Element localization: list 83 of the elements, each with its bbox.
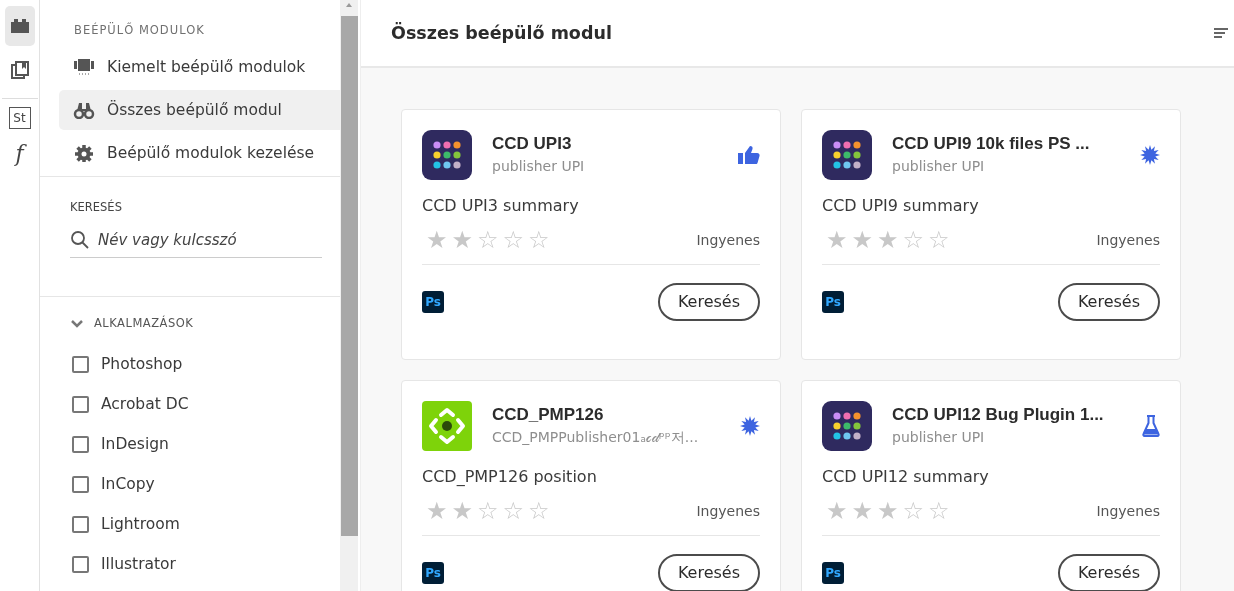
plugin-logo xyxy=(822,401,872,451)
nav-item[interactable]: Beépülő modulok kezelése xyxy=(59,133,340,174)
scrollbar[interactable] xyxy=(340,0,358,591)
checkbox-label: InDesign xyxy=(101,433,169,455)
gear-icon xyxy=(73,144,95,163)
star-icon: ★ xyxy=(877,228,899,252)
publisher-name: publisher UPI xyxy=(892,427,986,447)
search-label: KERESÉS xyxy=(69,198,123,217)
plugin-name: CCD UPI9 10k files PS ... xyxy=(892,133,1091,156)
thumbs-up-icon xyxy=(738,144,760,165)
star-icon: ★ xyxy=(426,499,448,523)
checkbox[interactable] xyxy=(72,515,89,533)
star-icon: ☆ xyxy=(477,228,499,252)
plugin-name: CCD UPI3 xyxy=(492,133,573,156)
star-icon: ☆ xyxy=(928,228,950,252)
app-icon: Ps xyxy=(422,562,444,584)
price-label: Ingyenes xyxy=(1096,230,1160,250)
plugin-logo xyxy=(422,401,472,451)
burst-icon xyxy=(740,415,760,436)
price-label: Ingyenes xyxy=(696,230,760,250)
star-icon: ☆ xyxy=(528,499,550,523)
star-icon: ★ xyxy=(877,499,899,523)
star-icon: ☆ xyxy=(502,499,525,523)
plugin-summary: CCD_PMP126 position xyxy=(422,466,598,488)
star-icon: ☆ xyxy=(502,228,525,252)
book-icon xyxy=(9,60,30,80)
search-button[interactable]: Keresés xyxy=(657,283,760,321)
stock-tab[interactable]: St xyxy=(8,107,31,129)
nav-item[interactable]: Kiemelt beépülő modulok xyxy=(59,47,340,88)
plugin-logo xyxy=(822,130,872,180)
star-icon: ★ xyxy=(426,228,448,252)
checkbox-label: Acrobat DC xyxy=(101,393,189,415)
plugin-summary: CCD UPI9 summary xyxy=(822,195,980,217)
plugin-logo xyxy=(422,130,472,180)
featured-icon xyxy=(73,58,95,77)
search-icon xyxy=(70,229,90,250)
app-icon: Ps xyxy=(822,291,844,313)
checkbox[interactable] xyxy=(72,355,89,373)
star-icon: ★ xyxy=(826,499,848,523)
star-icon: ☆ xyxy=(928,499,950,523)
price-label: Ingyenes xyxy=(1096,501,1160,521)
plugin-name: CCD_PMP126 xyxy=(492,404,605,427)
star-icon: ☆ xyxy=(902,228,925,252)
checkbox-label: InCopy xyxy=(101,473,155,495)
plugin-summary: CCD UPI3 summary xyxy=(422,195,580,217)
checkbox[interactable] xyxy=(72,435,89,453)
binoculars-icon xyxy=(73,101,95,120)
apps-toggle[interactable]: ALKALMAZÁSOK xyxy=(40,297,194,345)
plugin-summary: CCD UPI12 summary xyxy=(822,466,990,488)
app-icon: Ps xyxy=(822,562,844,584)
star-icon: ★ xyxy=(451,228,474,252)
page-title: Összes beépülő modul xyxy=(391,21,612,45)
search-button[interactable]: Keresés xyxy=(1057,283,1160,321)
search-button[interactable]: Keresés xyxy=(657,554,760,591)
publisher-name: CCD_PMPPublisher01ₐ𝒸𝒹ᵖᵖ저... xyxy=(492,427,700,447)
checkbox[interactable] xyxy=(72,555,89,573)
chevron-icon xyxy=(70,318,84,329)
checkbox[interactable] xyxy=(72,475,89,493)
plugin-icon xyxy=(9,18,30,34)
checkbox-label: Photoshop xyxy=(101,353,183,375)
star-icon: ☆ xyxy=(902,499,925,523)
star-icon: ★ xyxy=(826,228,848,252)
checkbox-label: Illustrator xyxy=(101,553,176,575)
publisher-name: publisher UPI xyxy=(892,156,986,176)
star-icon: ★ xyxy=(451,499,474,523)
sort-icon xyxy=(1214,27,1228,39)
plugin-name: CCD UPI12 Bug Plugin 1... xyxy=(892,404,1105,427)
section-heading: BEÉPÜLŐ MODULOK xyxy=(73,21,206,39)
fonts-tab[interactable]: f xyxy=(4,133,35,173)
star-icon: ★ xyxy=(851,228,874,252)
star-icon: ★ xyxy=(851,499,874,523)
star-icon: ☆ xyxy=(528,228,550,252)
checkbox-label: Lightroom xyxy=(101,513,180,535)
star-icon: ☆ xyxy=(477,499,499,523)
publisher-name: publisher UPI xyxy=(492,156,586,176)
price-label: Ingyenes xyxy=(696,501,760,521)
nav-item[interactable]: Összes beépülő modul xyxy=(59,90,340,131)
checkbox[interactable] xyxy=(72,395,89,413)
search-button[interactable]: Keresés xyxy=(1057,554,1160,591)
plugin-tab[interactable] xyxy=(4,6,35,46)
burst-icon xyxy=(1140,144,1160,165)
flask-icon xyxy=(1142,414,1160,437)
app-icon: Ps xyxy=(422,291,444,313)
